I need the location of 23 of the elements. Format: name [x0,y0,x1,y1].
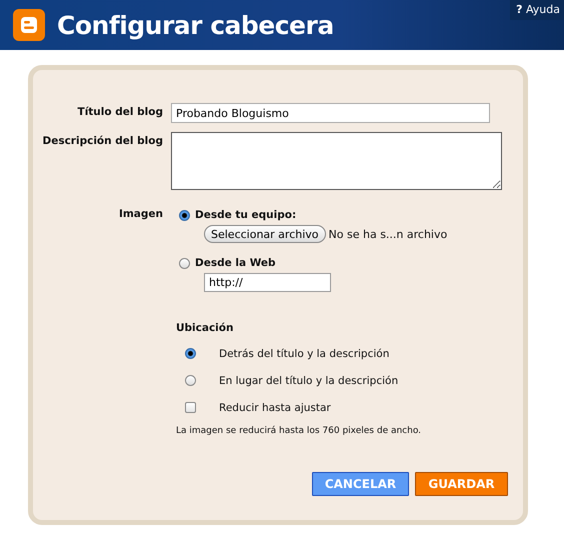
choose-file-button[interactable]: Seleccionar archivo [204,225,326,243]
option-label: Detrás del título y la descripción [219,348,390,360]
hint-text: La imagen se reducirá hasta los 760 pixeles de ancho. [176,426,422,436]
field-label: Imagen [118,207,163,222]
logo-icon [13,9,45,41]
page-title: Configurar cabecera [57,10,334,40]
help-link[interactable]: ? Ayuda [510,0,564,20]
option-label: Reducir hasta ajustar [219,402,331,414]
field-label: Descripción del blog [42,134,163,149]
file-status: No se ha s...n archivo [328,228,448,240]
text-area[interactable] [171,132,502,190]
radio-button[interactable] [179,210,190,220]
radio-button[interactable] [185,375,196,386]
option-label: Desde la Web [195,257,276,269]
field-label: Título del blog [78,105,163,120]
url-field[interactable]: http:// [204,273,331,292]
radio-button[interactable] [185,348,196,359]
input-field[interactable]: Probando Bloguismo [171,103,490,123]
option-label: Desde tu equipo: [195,209,296,221]
option-label: En lugar del título y la descripción [219,374,398,386]
checkbox[interactable] [185,402,196,413]
radio-button[interactable] [179,258,190,268]
section-title: Ubicación [176,322,234,334]
